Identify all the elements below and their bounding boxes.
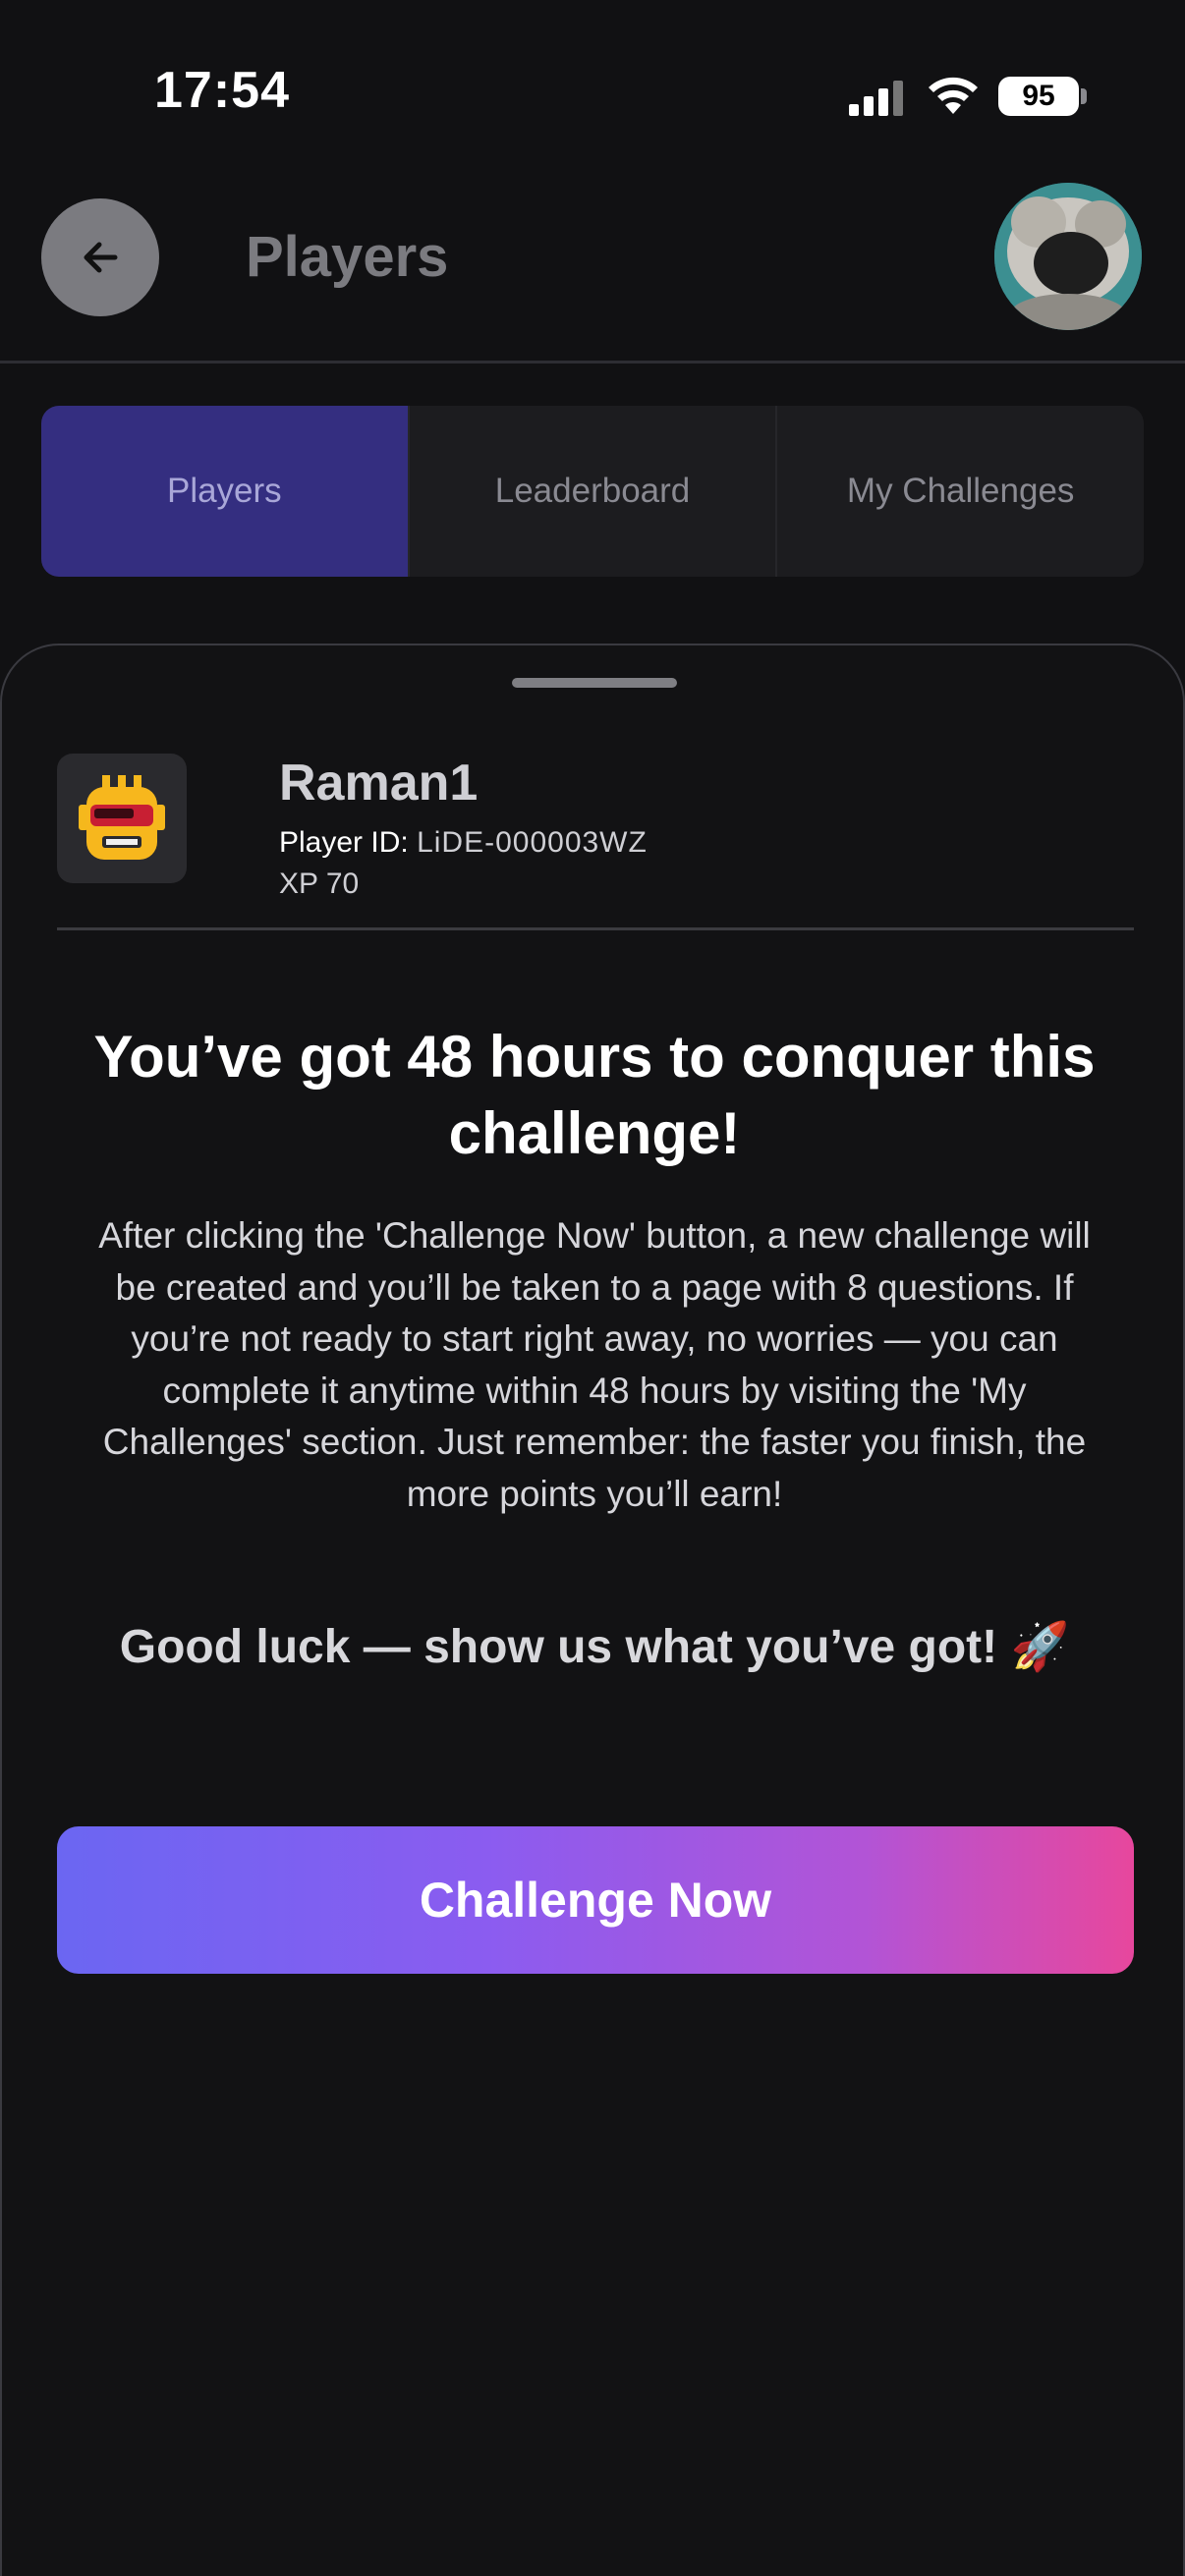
battery-icon: 95 — [998, 77, 1079, 116]
good-luck-message: Good luck — show us what you’ve got! 🚀 — [119, 1621, 1070, 1673]
arrow-left-icon — [84, 242, 118, 273]
segmented-tabs: Players Leaderboard My Challenges — [41, 406, 1144, 577]
back-button[interactable] — [41, 198, 159, 316]
cellular-signal-icon — [849, 81, 906, 116]
tab-leaderboard[interactable]: Leaderboard — [410, 406, 778, 577]
player-card: Raman1 Player ID: LiDE-000003WZ XP 70 — [57, 754, 1134, 930]
page-title: Players — [246, 225, 449, 289]
tab-my-challenges[interactable]: My Challenges — [777, 406, 1144, 577]
app-header: Players — [0, 167, 1185, 364]
sheet-drag-handle[interactable] — [512, 678, 677, 688]
player-name: Raman1 — [279, 755, 479, 812]
status-time: 17:54 — [154, 62, 290, 119]
robot-icon — [79, 775, 165, 860]
profile-photo-icon — [994, 183, 1142, 330]
player-avatar — [57, 754, 187, 883]
challenge-now-button[interactable]: Challenge Now — [57, 1826, 1134, 1974]
player-id-label: Player ID: — [279, 826, 409, 859]
battery-tip — [1081, 88, 1087, 104]
player-xp: XP 70 — [279, 868, 360, 900]
player-id-value: LiDE-000003WZ — [417, 826, 648, 859]
status-bar: 17:54 95 — [0, 0, 1185, 157]
challenge-description: After clicking the 'Challenge Now' butto… — [98, 1215, 1091, 1514]
wifi-icon — [929, 77, 978, 114]
challenge-sheet: Raman1 Player ID: LiDE-000003WZ XP 70 Yo… — [0, 644, 1185, 2576]
player-id: Player ID: LiDE-000003WZ — [279, 826, 648, 860]
tab-players[interactable]: Players — [41, 406, 410, 577]
profile-avatar[interactable] — [994, 183, 1142, 330]
screen: 17:54 95 Players Players Leaderboard My … — [0, 0, 1185, 2576]
challenge-headline: You’ve got 48 hours to conquer this chal… — [93, 1024, 1096, 1166]
